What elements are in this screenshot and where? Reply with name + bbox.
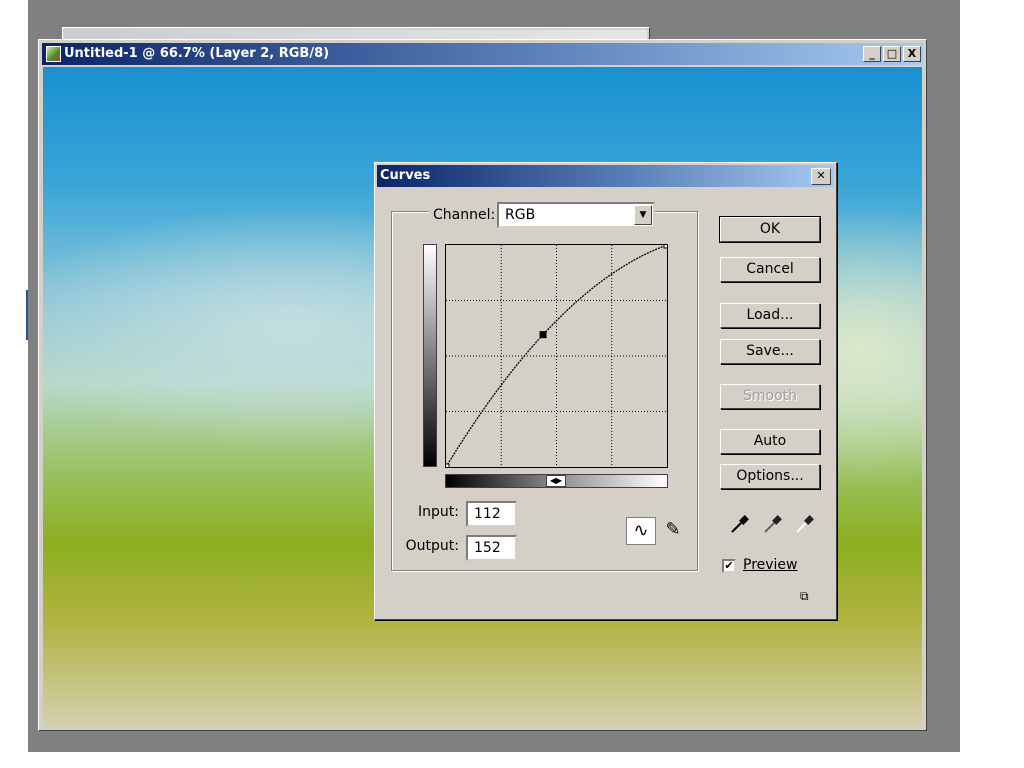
dialog-title: Curves	[380, 168, 431, 183]
preview-label[interactable]: Preview	[743, 557, 798, 573]
curve-graph[interactable]	[442, 241, 671, 471]
gradient-direction-toggle[interactable]: ◀▶	[546, 475, 566, 487]
input-field[interactable]: 112	[466, 501, 517, 527]
save-button[interactable]: Save...	[720, 339, 820, 364]
input-gradient-bar[interactable]: ◀▶	[445, 474, 668, 488]
output-label: Output:	[405, 538, 459, 554]
curve-control-point	[442, 463, 450, 471]
minimize-button[interactable]: _	[863, 46, 881, 62]
partial-window-edge	[26, 290, 28, 340]
dialog-close-button[interactable]: ✕	[811, 168, 831, 185]
output-gradient-bar	[423, 244, 437, 467]
curve-plot[interactable]	[442, 241, 671, 471]
curve-control-point-selected	[539, 331, 547, 339]
channel-value: RGB	[505, 207, 536, 223]
photoshop-document-icon	[46, 46, 61, 62]
curve-tool-icon[interactable]: ∿	[626, 517, 656, 545]
curves-dialog: Curves ✕ Channel: RGB ▼ ◀▶ Input: 112 Ou…	[374, 162, 837, 620]
close-button[interactable]: X	[903, 46, 921, 62]
output-field[interactable]: 152	[466, 535, 517, 561]
options-button[interactable]: Options...	[720, 464, 820, 489]
curve-control-point	[663, 241, 671, 249]
load-button[interactable]: Load...	[720, 303, 820, 328]
expand-dialog-icon[interactable]: ⧉	[800, 589, 818, 605]
smooth-button[interactable]: Smooth	[720, 384, 820, 409]
pencil-tool-icon[interactable]: ✎	[658, 517, 688, 545]
black-eyedropper-icon[interactable]	[729, 513, 751, 535]
white-eyedropper-icon[interactable]	[794, 513, 816, 535]
dialog-title-bar[interactable]: Curves ✕	[377, 165, 834, 187]
gray-eyedropper-icon[interactable]	[762, 513, 784, 535]
document-title-bar[interactable]: Untitled-1 @ 66.7% (Layer 2, RGB/8) _ □ …	[42, 43, 923, 65]
document-title: Untitled-1 @ 66.7% (Layer 2, RGB/8)	[64, 46, 330, 61]
maximize-button[interactable]: □	[883, 46, 901, 62]
preview-checkbox[interactable]: ✔	[722, 559, 736, 573]
auto-button[interactable]: Auto	[720, 429, 820, 454]
channel-select[interactable]: RGB ▼	[497, 202, 655, 228]
chevron-down-icon[interactable]: ▼	[634, 205, 652, 225]
channel-label: Channel:	[429, 207, 500, 223]
input-label: Input:	[418, 504, 459, 520]
ok-button[interactable]: OK	[719, 216, 821, 243]
cancel-button[interactable]: Cancel	[720, 257, 820, 282]
